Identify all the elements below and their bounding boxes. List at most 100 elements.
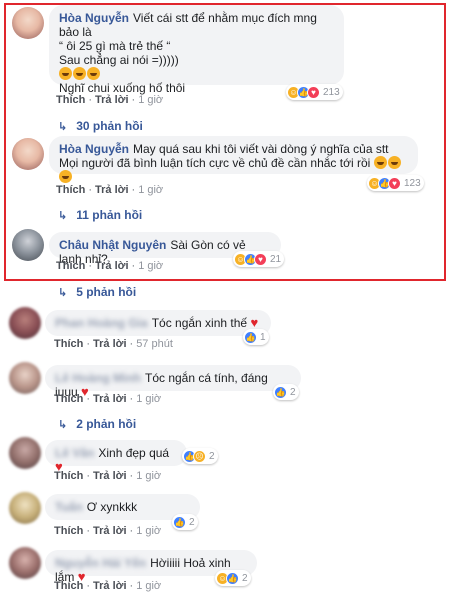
reaction-summary[interactable]: ☺ 👍 ♥ 21: [233, 251, 285, 267]
reply-link[interactable]: Trả lời: [93, 338, 127, 350]
comment-bubble: Hòa Nguyễn Viết cái stt để nhằm mục đích …: [49, 5, 344, 95]
love-icon: ♥: [254, 252, 267, 266]
like-icon: 👍: [226, 571, 239, 585]
timestamp[interactable]: 1 giờ: [136, 393, 161, 405]
reply-link[interactable]: Trả lời: [95, 94, 129, 106]
timestamp[interactable]: 57 phút: [136, 338, 173, 350]
reply-link[interactable]: Trả lời: [95, 184, 129, 196]
like-icon: 👍: [244, 330, 257, 344]
reaction-count: 21: [270, 253, 282, 265]
comment-actions: Thích · Trả lời · 1 giờ: [54, 470, 162, 482]
heart-emoji-icon: ♥: [250, 315, 259, 330]
comment-author[interactable]: Hòa Nguyễn: [59, 142, 129, 156]
avatar[interactable]: [9, 362, 41, 394]
love-icon: ♥: [307, 85, 320, 99]
comment-actions: Thích · Trả lời · 57 phút: [54, 338, 173, 350]
reply-link[interactable]: Trả lời: [93, 580, 127, 592]
reaction-summary[interactable]: ☺ 👍 ♥ 213: [286, 84, 343, 100]
timestamp[interactable]: 1 giờ: [138, 260, 163, 272]
laughing-emoji-icon: [59, 170, 72, 183]
comment-bubble: Phan Hoàng Gia Tóc ngắn xinh thế ♥: [45, 310, 271, 336]
comment-text: Sau chẳng ai nói =))))): [59, 53, 179, 67]
avatar[interactable]: [9, 437, 41, 469]
view-replies-link[interactable]: ↳ 5 phản hồi: [58, 285, 136, 299]
view-replies-link[interactable]: ↳ 30 phản hồi: [58, 119, 143, 133]
comment-author[interactable]: Nguyễn Hải Yến: [55, 556, 146, 570]
comment-actions: Thích · Trả lời · 1 giờ: [54, 580, 162, 592]
comment-text: Xinh đẹp quá: [98, 446, 170, 460]
comment-bubble: Lê Hoàng Minh Tóc ngắn cá tính, đáng iuuu…: [45, 365, 301, 399]
view-replies-link[interactable]: ↳ 11 phản hồi: [58, 208, 142, 222]
comment-text: Ơ xynkkk: [86, 500, 138, 514]
comment-actions: Thích · Trả lời · 1 giờ: [56, 260, 164, 272]
reply-arrow-icon: ↳: [58, 210, 68, 222]
like-link[interactable]: Thích: [56, 184, 85, 196]
like-link[interactable]: Thích: [54, 580, 83, 592]
like-link[interactable]: Thích: [54, 470, 83, 482]
laughing-emoji-icon: [387, 156, 401, 169]
reply-arrow-icon: ↳: [58, 287, 68, 299]
timestamp[interactable]: 1 giờ: [138, 94, 163, 106]
reaction-count: 2: [290, 386, 296, 398]
comment-author[interactable]: Phan Hoàng Gia: [55, 316, 148, 330]
laughing-emoji-icon: [59, 67, 72, 80]
avatar[interactable]: [9, 307, 41, 339]
timestamp[interactable]: 1 giờ: [136, 470, 161, 482]
reaction-count: 213: [323, 86, 340, 98]
reaction-count: 1: [260, 331, 266, 343]
comment-actions: Thích · Trả lời · 1 giờ: [56, 94, 164, 106]
sad-icon: ☹: [193, 449, 206, 463]
avatar[interactable]: [12, 229, 44, 261]
love-icon: ♥: [388, 176, 401, 190]
like-link[interactable]: Thích: [54, 525, 83, 537]
timestamp[interactable]: 1 giờ: [136, 580, 161, 592]
comment-bubble: Hòa Nguyễn May quá sau khi tôi viết vài d…: [49, 136, 418, 183]
reaction-summary[interactable]: 👍 2: [273, 384, 299, 400]
timestamp[interactable]: 1 giờ: [138, 184, 163, 196]
comment-text: Mọi người đã bình luận tích cực về chủ đ…: [59, 156, 371, 170]
reply-link[interactable]: Trả lời: [93, 470, 127, 482]
timestamp[interactable]: 1 giờ: [136, 525, 161, 537]
reaction-count: 2: [209, 450, 215, 462]
comment-actions: Thích · Trả lời · 1 giờ: [54, 393, 162, 405]
comment-author[interactable]: Lê Vân: [55, 446, 94, 460]
avatar[interactable]: [12, 7, 44, 39]
reaction-summary[interactable]: ☺ 👍 ♥ 123: [367, 175, 424, 191]
comment-author[interactable]: Châu Nhật Nguyên: [59, 238, 166, 252]
reply-arrow-icon: ↳: [58, 121, 68, 133]
reply-link[interactable]: Trả lời: [93, 525, 127, 537]
avatar[interactable]: [9, 547, 41, 579]
laughing-emoji-icon: [73, 67, 86, 80]
like-link[interactable]: Thích: [54, 393, 83, 405]
view-replies-link[interactable]: ↳ 2 phản hồi: [58, 417, 136, 431]
reply-arrow-icon: ↳: [58, 419, 68, 431]
reaction-summary[interactable]: 👍 1: [243, 329, 269, 345]
reaction-count: 123: [404, 177, 421, 189]
comment-text: Tóc ngắn xinh thế: [151, 316, 248, 330]
comment-actions: Thích · Trả lời · 1 giờ: [56, 184, 164, 196]
reaction-summary[interactable]: 👍 2: [172, 514, 198, 530]
comment-author[interactable]: Tuấn: [55, 500, 83, 514]
like-icon: 👍: [274, 385, 287, 399]
comment-actions: Thích · Trả lời · 1 giờ: [54, 525, 162, 537]
reaction-count: 2: [242, 572, 248, 584]
like-link[interactable]: Thích: [56, 94, 85, 106]
comment-author[interactable]: Lê Hoàng Minh: [55, 371, 141, 385]
like-link[interactable]: Thích: [56, 260, 85, 272]
reply-link[interactable]: Trả lời: [93, 393, 127, 405]
comment-bubble: Lê Vân Xinh đẹp quá ♥: [45, 440, 187, 474]
reaction-summary[interactable]: 👍 ☹ 2: [182, 448, 218, 464]
reaction-summary[interactable]: ☺ 👍 2: [215, 570, 251, 586]
comment-author[interactable]: Hòa Nguyễn: [59, 11, 129, 25]
like-icon: 👍: [173, 515, 186, 529]
like-link[interactable]: Thích: [54, 338, 83, 350]
laughing-emoji-icon: [87, 67, 100, 80]
reaction-count: 2: [189, 516, 195, 528]
avatar[interactable]: [12, 138, 44, 170]
laughing-emoji-icon: [373, 156, 387, 169]
emoji-row: [59, 67, 334, 81]
reply-link[interactable]: Trả lời: [95, 260, 129, 272]
avatar[interactable]: [9, 492, 41, 524]
comment-text: “ ôi 25 gì mà trẻ thế “: [59, 39, 171, 53]
comment-text: May quá sau khi tôi viết vài dòng ý nghĩ…: [133, 142, 389, 156]
